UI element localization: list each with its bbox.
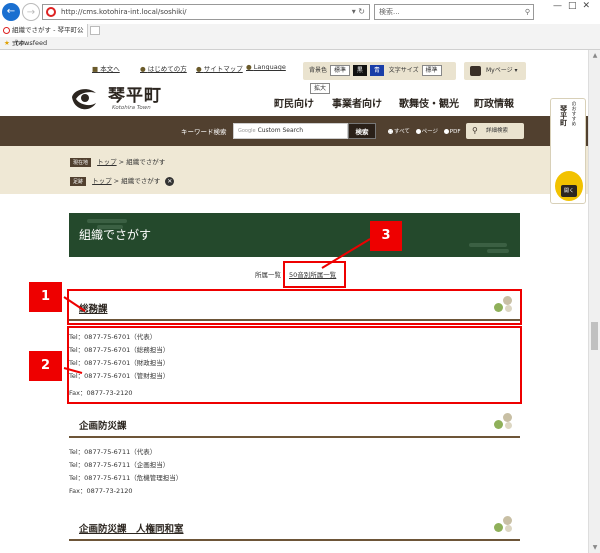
- annotation-box-3: [283, 261, 346, 288]
- annotation-badge-2: 2: [29, 351, 62, 381]
- annotation-badge-3: 3: [370, 221, 402, 251]
- annotation-box-2: [67, 326, 522, 404]
- annotation-badge-1: 1: [29, 282, 62, 312]
- annotation-box-1: [67, 289, 522, 325]
